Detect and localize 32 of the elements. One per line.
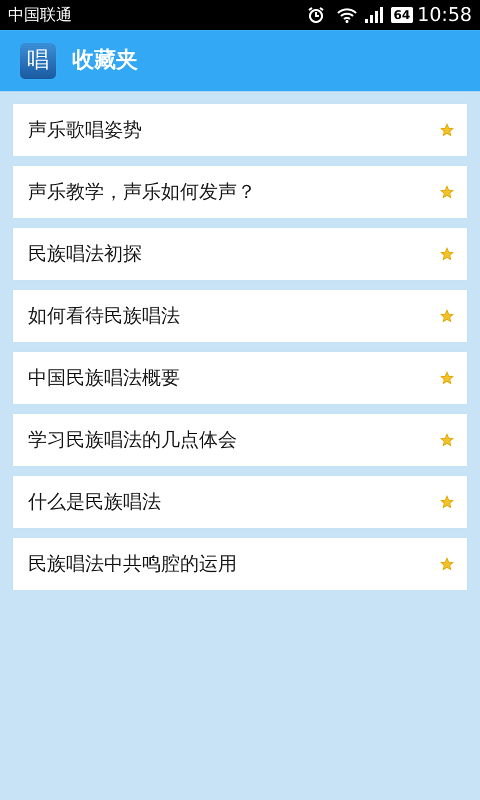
favorite-title: 声乐歌唱姿势 <box>28 118 143 143</box>
alarm-icon <box>306 6 325 24</box>
star-icon[interactable] <box>440 371 454 385</box>
star-icon[interactable] <box>440 185 454 199</box>
favorite-item[interactable]: 学习民族唱法的几点体会 <box>13 414 467 466</box>
star-icon[interactable] <box>440 433 454 447</box>
star-icon[interactable] <box>440 123 454 137</box>
favorite-title: 如何看待民族唱法 <box>28 304 181 329</box>
favorite-item[interactable]: 中国民族唱法概要 <box>13 352 467 404</box>
favorite-title: 学习民族唱法的几点体会 <box>28 428 238 453</box>
star-icon[interactable] <box>440 495 454 509</box>
favorite-item[interactable]: 如何看待民族唱法 <box>13 290 467 342</box>
star-icon[interactable] <box>440 557 454 571</box>
favorite-item[interactable]: 民族唱法中共鸣腔的运用 <box>13 538 467 590</box>
carrier-name: 中国联通 <box>8 4 72 26</box>
favorite-item[interactable]: 声乐教学，声乐如何发声？ <box>13 166 467 218</box>
favorite-title: 民族唱法初探 <box>28 242 143 267</box>
favorite-title: 什么是民族唱法 <box>28 490 162 515</box>
favorite-item[interactable]: 声乐歌唱姿势 <box>13 104 467 156</box>
clock: 10:58 <box>417 2 472 28</box>
star-icon[interactable] <box>440 309 454 323</box>
favorite-item[interactable]: 民族唱法初探 <box>13 228 467 280</box>
favorite-title: 声乐教学，声乐如何发声？ <box>28 180 257 205</box>
wifi-icon <box>336 7 357 23</box>
signal-icon <box>364 7 383 23</box>
favorite-item[interactable]: 什么是民族唱法 <box>13 476 467 528</box>
battery-level: 64 <box>390 7 414 23</box>
page-title: 收藏夹 <box>72 47 138 75</box>
star-icon[interactable] <box>440 247 454 261</box>
favorite-title: 民族唱法中共鸣腔的运用 <box>28 552 238 577</box>
favorite-title: 中国民族唱法概要 <box>28 366 181 391</box>
app-icon: 唱 <box>20 42 56 78</box>
